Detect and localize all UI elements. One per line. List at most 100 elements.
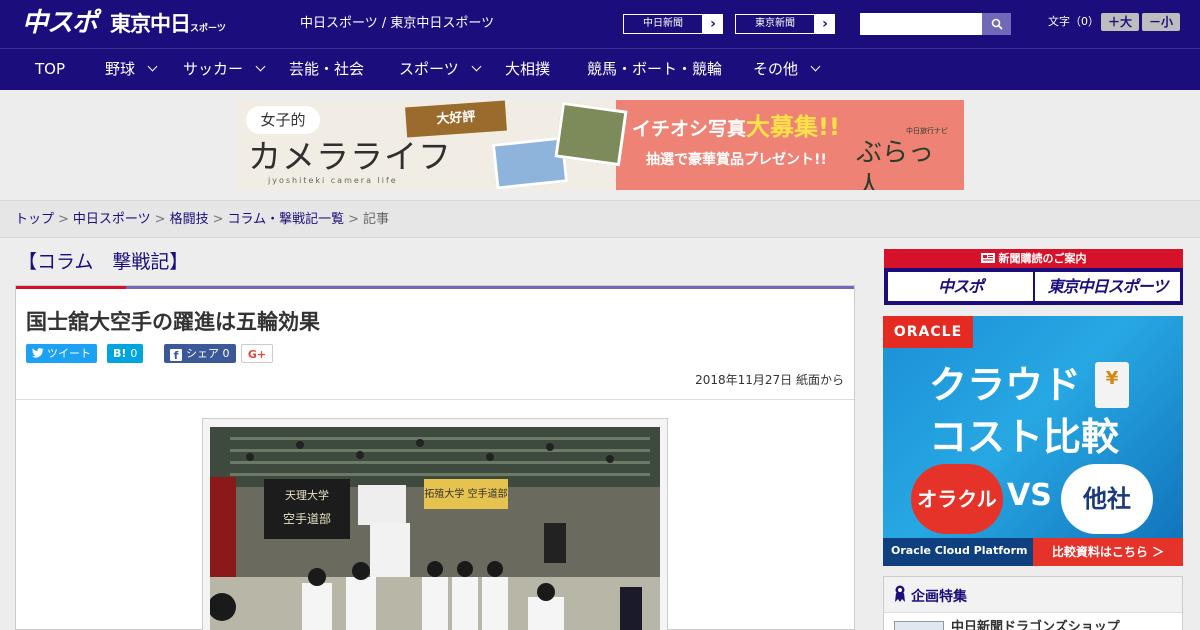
ad-vs: VS: [1007, 478, 1052, 513]
nav-label: 芸能・社会: [289, 60, 365, 78]
facebook-count: 0: [222, 347, 230, 360]
breadcrumb-separator: >: [58, 212, 69, 227]
logo-small-text: 中日旅行ナビ: [906, 127, 948, 135]
tochu-subscribe-button[interactable]: 東京中日スポーツ: [1035, 272, 1180, 301]
photo-scene: 天理大学 空手道部 拓殖大学 空手道部: [210, 427, 660, 630]
nav-label: サッカー: [183, 60, 244, 78]
chevron-down-icon: [810, 61, 821, 72]
banner-camera-life: カメラライフ: [248, 137, 452, 176]
banner-headline: イチオシ写真大募集!!: [632, 114, 840, 142]
tokyo-shimbun-link[interactable]: 東京新聞 ›: [734, 13, 836, 35]
column-title[interactable]: 【コラム 撃戦記】: [18, 250, 188, 274]
banner-joshi: 女子的: [246, 106, 320, 134]
nav-item-sumo[interactable]: 大相撲: [505, 49, 550, 90]
breadcrumb-separator: >: [154, 212, 166, 227]
nav-label: 野球: [105, 60, 136, 78]
nav-item-soccer[interactable]: サッカー: [183, 49, 266, 90]
nav-label: その他: [753, 60, 799, 78]
oracle-ad[interactable]: ORACLE クラウド ¥ コスト比較 オラクル VS 他社 Oracle Cl…: [883, 316, 1183, 566]
nav-item-baseball[interactable]: 野球: [105, 49, 158, 90]
takushoku-banner-text: 拓殖大学 空手道部: [424, 487, 507, 500]
site-name: 中日スポーツ / 東京中日スポーツ: [300, 16, 495, 31]
nav-label: スポーツ: [399, 60, 459, 78]
nav-item-entertainment[interactable]: 芸能・社会: [289, 49, 364, 90]
search-box: [860, 13, 1011, 35]
breadcrumb-link[interactable]: トップ: [15, 212, 54, 227]
nav-item-keiba[interactable]: 競馬・ボート・競輪: [587, 49, 722, 90]
chevron-down-icon: [147, 61, 158, 72]
search-button[interactable]: [982, 13, 1011, 35]
breadcrumb-link[interactable]: 中日スポーツ: [73, 212, 151, 227]
subscription-header-text: 新聞購読のご案内: [998, 252, 1087, 265]
chunichi-shimbun-link[interactable]: 中日新聞 ›: [622, 13, 724, 35]
font-decrease-button[interactable]: －小: [1142, 13, 1180, 31]
breadcrumb: トップ > 中日スポーツ > 格闘技 > コラム・撃戦記一覧 > 記事: [15, 212, 389, 228]
kikaku-thumbnail[interactable]: [894, 621, 944, 630]
breadcrumb-bar: トップ > 中日スポーツ > 格闘技 > コラム・撃戦記一覧 > 記事: [0, 200, 1200, 238]
search-icon: [991, 18, 1003, 30]
chuspo-subscribe-button[interactable]: 中スポ: [888, 272, 1033, 301]
banner-headline-big: 大募集!!: [746, 113, 840, 141]
tokyo-logo-small: スポーツ: [190, 24, 226, 34]
tweet-label: ツイート: [47, 347, 91, 360]
twitter-bird-icon: [32, 348, 44, 358]
camera-life-banner[interactable]: 女子的 カメラライフ jyoshiteki camera life 大好評 イチ…: [236, 100, 964, 190]
nav-item-sports[interactable]: スポーツ: [399, 49, 482, 90]
search-input[interactable]: [860, 13, 982, 35]
nav-label: TOP: [35, 60, 66, 78]
ad-headline-2: コスト比較: [929, 415, 1120, 459]
nav-label: 競馬・ボート・競輪: [587, 60, 723, 78]
chevron-right-icon: ›: [822, 16, 828, 32]
ext-link-label: 中日新聞: [624, 15, 702, 33]
chevron-down-icon: [471, 61, 482, 72]
main-nav: TOP 野球 サッカー 芸能・社会 スポーツ 大相撲 競馬・ボート・競輪 その他: [0, 48, 1200, 90]
yen-symbol: ¥: [1105, 368, 1119, 389]
banner-photo: [554, 101, 628, 167]
accent-bar: [16, 286, 126, 289]
tokyo-chunichi-logo[interactable]: 東京中日スポーツ: [110, 10, 226, 43]
chevron-down-icon: [255, 61, 266, 72]
tenri-banner-text1: 天理大学: [285, 488, 329, 502]
burattojin-logo: 中日旅行ナビ ぶらっ人: [856, 126, 958, 190]
banner-daikohyo: 大好評: [405, 100, 507, 138]
font-increase-button[interactable]: ＋大: [1101, 13, 1139, 31]
kikaku-item-title[interactable]: 中日新聞ドラゴンズショップ: [951, 619, 1120, 630]
document-yen-icon: ¥: [1095, 362, 1129, 408]
ribbon-icon: [895, 585, 905, 602]
kikaku-header: 企画特集: [884, 577, 1182, 613]
site-header: 中スポ 東京中日スポーツ 中日スポーツ / 東京中日スポーツ 中日新聞 › 東京…: [0, 0, 1200, 48]
karate-tournament-photo[interactable]: 天理大学 空手道部 拓殖大学 空手道部: [210, 427, 660, 630]
article-photo-frame: 天理大学 空手道部 拓殖大学 空手道部: [202, 418, 668, 630]
hatena-count: 0: [130, 347, 138, 360]
nav-item-other[interactable]: その他: [753, 49, 821, 90]
tweet-button[interactable]: ツイート: [26, 344, 97, 363]
breadcrumb-link[interactable]: コラム・撃戦記一覧: [228, 212, 345, 227]
ext-link-label: 東京新聞: [736, 15, 814, 33]
breadcrumb-separator: >: [348, 212, 360, 227]
ad-oracle-bubble: オラクル: [911, 464, 1003, 534]
hatena-bookmark-button[interactable]: B! 0: [107, 344, 144, 363]
chuspo-logo[interactable]: 中スポ: [22, 7, 98, 39]
ad-footer: Oracle Cloud Platform 比較資料はこちら ＞: [883, 538, 1183, 566]
tokyo-logo-text: 東京中日: [110, 12, 191, 36]
logo-text: ぶらっ人: [856, 138, 935, 190]
ad-other-bubble: 他社: [1061, 464, 1153, 534]
oracle-logo: ORACLE: [883, 316, 973, 348]
nav-item-top[interactable]: TOP: [35, 49, 65, 90]
kikaku-title: 企画特集: [911, 589, 967, 605]
ad-cta-button[interactable]: 比較資料はこちら ＞: [1033, 538, 1183, 566]
font-size-label: 文字（0）: [1048, 15, 1099, 28]
newspaper-icon: [980, 253, 995, 263]
facebook-icon: f: [170, 349, 182, 362]
facebook-share-button[interactable]: f シェア 0: [164, 344, 236, 363]
article-date: 2018年11月27日 紙面から: [695, 373, 844, 387]
breadcrumb-link[interactable]: 格闘技: [170, 212, 209, 227]
tenri-banner: [264, 479, 350, 539]
banner-headline-pre: イチオシ写真: [632, 118, 747, 140]
nav-label: 大相撲: [505, 60, 551, 78]
kikaku-tokushu-box: 企画特集 中日新聞ドラゴンズショップ: [883, 576, 1183, 630]
breadcrumb-separator: >: [212, 212, 224, 227]
accent-bar: [126, 286, 854, 289]
google-plus-button[interactable]: G+: [241, 344, 273, 363]
banner-subtitle: jyoshiteki camera life: [268, 176, 398, 185]
